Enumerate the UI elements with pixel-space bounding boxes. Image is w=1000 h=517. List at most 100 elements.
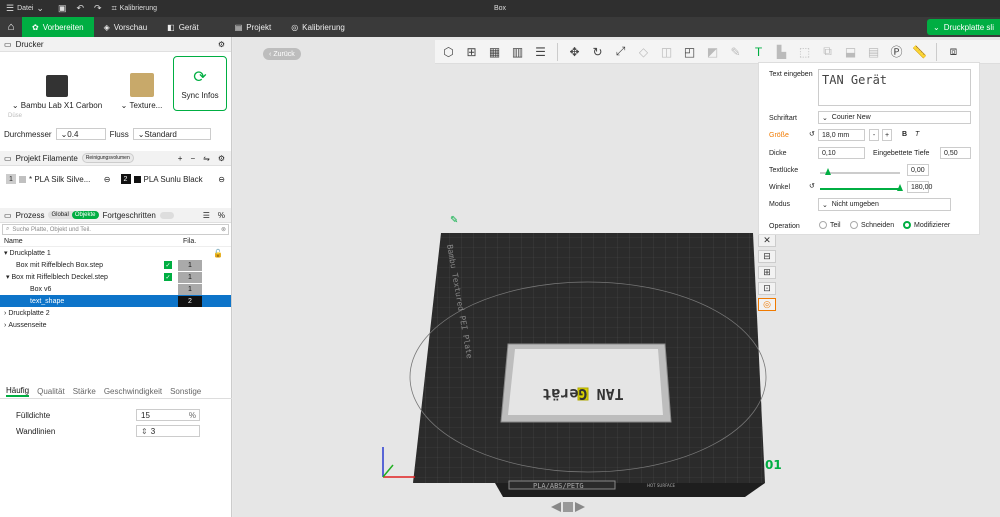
tab-quality[interactable]: Qualität	[37, 387, 65, 396]
infill-density-input[interactable]: 15 %	[136, 409, 200, 421]
wall-loops-input[interactable]: ⇕ 3	[136, 425, 200, 437]
home-icon[interactable]: ⌂	[0, 17, 22, 37]
text-gap-input[interactable]: 0,00	[907, 164, 929, 176]
font-select[interactable]: ⌄ Courier New	[818, 111, 971, 124]
expand-arrow-icon[interactable]: ›	[4, 310, 6, 317]
filament-sync-icon[interactable]: ⇋	[203, 154, 210, 163]
tab-project[interactable]: ▤ Projekt	[225, 17, 281, 37]
filament-item[interactable]: 1 * PLA Silk Silve... ⊖	[6, 174, 111, 184]
italic-button[interactable]: T	[915, 131, 919, 138]
settings-tabs: Häufig Qualität Stärke Geschwindigkeit S…	[0, 385, 232, 399]
global-option[interactable]: Global	[48, 211, 71, 219]
advanced-switch[interactable]	[159, 211, 174, 219]
calibration-menu[interactable]: ⌗ Kalibrierung	[112, 3, 157, 14]
operation-part-option[interactable]: Teil	[819, 221, 841, 229]
expand-arrow-icon[interactable]: ▾	[6, 274, 10, 281]
angle-slider-handle[interactable]	[897, 184, 903, 191]
bold-button[interactable]: B	[902, 131, 907, 138]
tree-row[interactable]: Box mit Riffelblech Box.step ✓ 1	[0, 259, 231, 271]
search-input[interactable]: ⌕ Suche Platte, Objekt und Teil. ⊗	[2, 224, 229, 235]
slice-plate-button[interactable]: ⌄ Druckplatte sli	[927, 19, 1000, 35]
stepper-icon[interactable]: ⇕	[141, 427, 148, 436]
filament-name: * PLA Silk Silve...	[29, 174, 91, 184]
angle-input[interactable]: 180,00	[907, 181, 932, 193]
size-increase-button[interactable]: +	[882, 129, 892, 141]
text-gap-slider[interactable]	[820, 172, 900, 174]
save-icon[interactable]: ▣	[58, 3, 67, 14]
text-gap-slider-handle[interactable]	[825, 168, 831, 175]
remove-circle-icon[interactable]: ⊖	[218, 175, 225, 184]
text-input[interactable]: TAN Gerät	[818, 69, 971, 106]
filament-index[interactable]: 1	[178, 271, 202, 283]
list-icon[interactable]: ☰	[203, 211, 210, 220]
file-menu[interactable]: ☰ Datei ⌄	[6, 3, 44, 14]
visibility-checkbox[interactable]: ✓	[164, 273, 172, 281]
lock-plate-icon[interactable]: ⊡	[758, 282, 776, 295]
filament-item[interactable]: 2 PLA Sunlu Black ⊖	[120, 174, 225, 184]
tab-preview[interactable]: ◈ Vorschau	[94, 17, 158, 37]
undo-icon[interactable]: ↶	[76, 3, 84, 14]
tab-other[interactable]: Sonstige	[170, 387, 201, 396]
expand-arrow-icon[interactable]: ›	[4, 322, 6, 329]
visibility-checkbox[interactable]: ✓	[164, 261, 172, 269]
process-section-header[interactable]: ▭ Prozess Global Objekte Fortgeschritten…	[0, 208, 231, 223]
edit-pencil-icon[interactable]: ✎	[450, 215, 458, 226]
tab-calibration[interactable]: ◎ Kalibrierung	[281, 17, 355, 37]
tree-row[interactable]: text_shape 2	[0, 295, 231, 307]
percent-icon[interactable]: %	[218, 211, 225, 220]
expand-arrow-icon[interactable]: ▾	[4, 250, 8, 257]
operation-cut-option[interactable]: Schneiden	[850, 221, 894, 229]
size-input[interactable]: 18,0 mm	[818, 129, 865, 141]
view-center-icon[interactable]	[563, 502, 573, 512]
flow-select[interactable]: ⌄ Standard	[132, 128, 211, 140]
thickness-input[interactable]: 0,10	[818, 147, 865, 159]
filament-index[interactable]: 2	[178, 295, 202, 307]
printer-section-header[interactable]: ▭ Drucker ⚙	[0, 37, 231, 52]
clear-icon[interactable]: ⊗	[221, 226, 226, 233]
purge-volume-button[interactable]: Reinigungsvolumen	[81, 153, 134, 163]
reset-icon[interactable]: ↺	[809, 182, 815, 190]
printer-selector[interactable]: ⌄ Bambu Lab X1 Carbon	[4, 56, 110, 114]
filament-section-title: Projekt Filamente	[15, 153, 78, 163]
lock-icon[interactable]: 🔓	[213, 249, 223, 258]
plate-image	[129, 73, 154, 97]
plate-settings-icon[interactable]: ◎	[758, 298, 776, 311]
sync-info-button[interactable]: ⟳ Sync Infos	[172, 56, 227, 111]
filament-index[interactable]: 1	[178, 283, 202, 295]
tab-prepare[interactable]: ✿ Vorbereiten	[22, 17, 94, 37]
size-decrease-button[interactable]: -	[869, 129, 879, 141]
filament-section-header[interactable]: ▭ Projekt Filamente Reinigungsvolumen + …	[0, 151, 231, 166]
plate-type-selector[interactable]: ⌄ Texture...	[114, 56, 169, 114]
flow-value: Standard	[144, 129, 177, 139]
embed-depth-input[interactable]: 0,50	[940, 147, 971, 159]
tree-row[interactable]: ▾ Druckplatte 1	[0, 247, 231, 259]
tree-row[interactable]: › Aussenseite	[0, 319, 231, 331]
tab-device[interactable]: ◧ Gerät	[157, 17, 209, 37]
objects-option[interactable]: Objekte	[71, 211, 99, 219]
rotate-right-icon[interactable]	[575, 502, 585, 512]
tree-row[interactable]: Box v6 1	[0, 283, 231, 295]
remove-circle-icon[interactable]: ⊖	[104, 175, 111, 184]
tab-common[interactable]: Häufig	[6, 386, 30, 397]
redo-icon[interactable]: ↷	[94, 3, 102, 14]
orient-icon[interactable]: ⊟	[758, 250, 776, 263]
tree-row[interactable]: › Druckplatte 2	[0, 307, 231, 319]
settings-gear-icon[interactable]: ⚙	[218, 154, 225, 163]
add-icon[interactable]: +	[178, 154, 183, 163]
tree-row-text: Box mit Riffelblech Deckel.step	[11, 274, 108, 281]
angle-slider[interactable]	[820, 188, 900, 190]
arrange-icon[interactable]: ⊞	[758, 266, 776, 279]
filament-index[interactable]: 1	[178, 259, 202, 271]
reset-icon[interactable]: ↺	[809, 130, 815, 138]
tab-strength[interactable]: Stärke	[73, 387, 96, 396]
mode-select[interactable]: ⌄ Nicht umgeben	[818, 198, 951, 211]
tab-speed[interactable]: Geschwindigkeit	[104, 387, 162, 396]
global-objects-toggle[interactable]: Global Objekte	[48, 211, 99, 219]
operation-modifier-option[interactable]: Modifizierer	[903, 221, 950, 229]
rotate-left-icon[interactable]	[551, 502, 561, 512]
remove-icon[interactable]: −	[190, 154, 195, 163]
tree-row[interactable]: ▾ Box mit Riffelblech Deckel.step ✓ 1	[0, 271, 231, 283]
diameter-select[interactable]: ⌄ 0.4	[55, 128, 106, 140]
settings-gear-icon[interactable]: ⚙	[218, 40, 225, 49]
close-icon[interactable]: ✕	[758, 234, 776, 247]
